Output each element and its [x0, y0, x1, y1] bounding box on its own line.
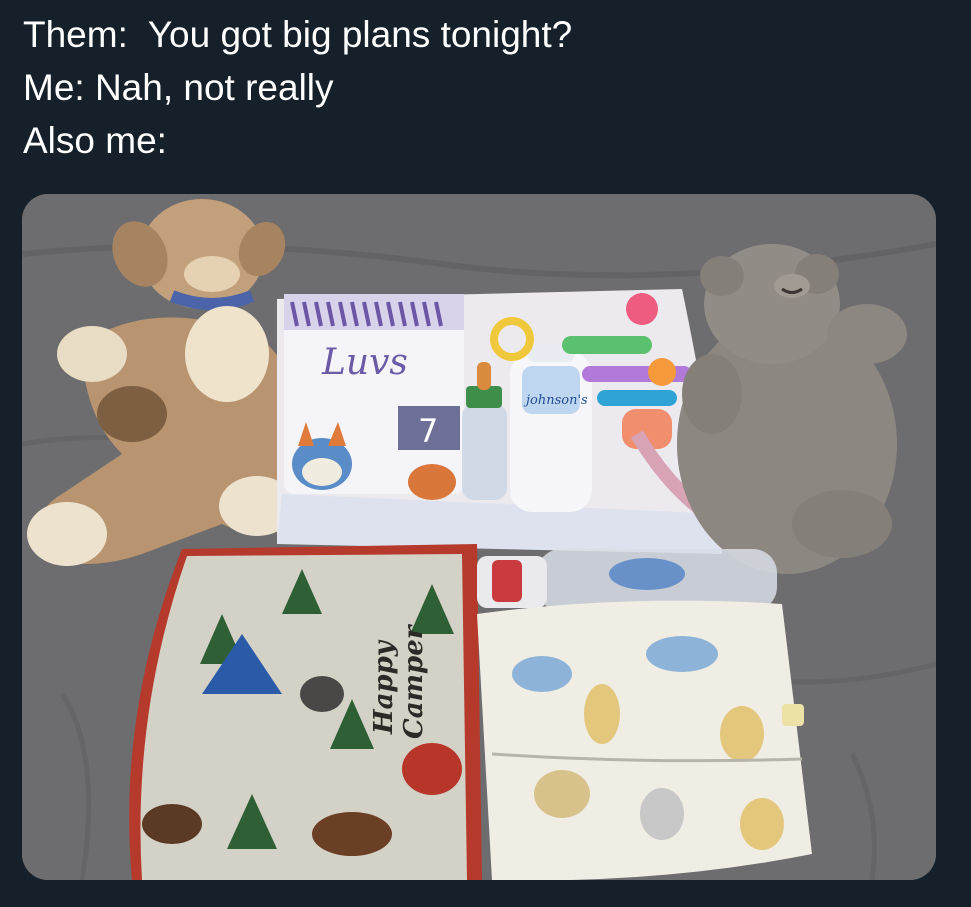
- animal-bib: [477, 600, 812, 880]
- lotion-bottle: johnson's: [510, 344, 592, 512]
- diaper-size-label: 7: [418, 412, 438, 450]
- tweet-line-2: Me: Nah, not really: [23, 67, 334, 108]
- diaper: Luvs 7: [284, 294, 464, 500]
- lotion-brand-label: johnson's: [523, 393, 588, 408]
- tweet-line-3: Also me:: [23, 120, 167, 161]
- blanket-text-camper: Camper: [399, 623, 429, 739]
- tweet-photo[interactable]: Luvs 7 johnson's Happy Camper: [22, 194, 936, 880]
- photo-illustration: Luvs 7 johnson's Happy Camper: [22, 194, 936, 880]
- diaper-brand-label: Luvs: [321, 342, 408, 383]
- tweet-line-1: Them: You got big plans tonight?: [23, 14, 573, 55]
- happy-camper-blanket: Happy Camper: [129, 544, 482, 880]
- tweet-text: Them: You got big plans tonight? Me: Nah…: [23, 8, 943, 167]
- blanket-text-happy: Happy: [369, 639, 399, 735]
